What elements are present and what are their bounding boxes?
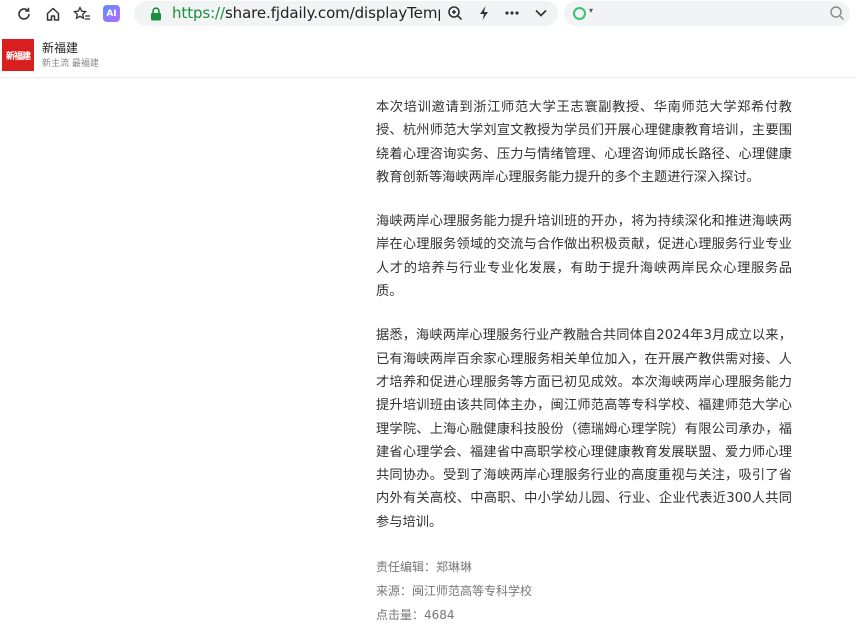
zoom-icon[interactable]: [445, 3, 465, 23]
chevron-down-icon[interactable]: [531, 3, 551, 23]
search-engine-icon[interactable]: [573, 7, 586, 20]
search-engine-caret-icon[interactable]: ▾: [589, 6, 593, 15]
address-bar[interactable]: https://share.fjdaily.com/displayTemplat…: [134, 1, 558, 26]
search-box[interactable]: ▾: [564, 1, 850, 26]
site-slogan: 新主流 最福建: [42, 59, 99, 69]
favorites-star-icon[interactable]: [72, 4, 92, 24]
browser-toolbar: AI https://share.fjdaily.com/displayTemp…: [0, 0, 856, 28]
article-paragraph: 海峡两岸心理服务能力提升培训班的开办，将为持续深化和推进海峡两岸在心理服务领域的…: [376, 214, 792, 300]
url-text[interactable]: https://share.fjdaily.com/displayTemplat…: [172, 4, 440, 22]
url-path: share.fjdaily.com/displayTemplate/ne: [224, 4, 440, 22]
article-paragraph: 本次培训邀请到浙江师范大学王志寰副教授、华南师范大学郑希付教授、杭州师范大学刘宣…: [376, 100, 792, 185]
reload-icon[interactable]: [14, 4, 34, 24]
article-views: 点击量：4684: [376, 608, 455, 623]
site-name[interactable]: 新福建: [42, 39, 78, 56]
article-editor: 责任编辑：郑琳琳: [376, 560, 473, 575]
article-paragraph: 据悉，海峡两岸心理服务行业产教融合共同体自2024年3月成立以来，已有海峡两岸百…: [376, 328, 792, 530]
site-header: 新福建 新福建 新主流 最福建: [0, 28, 856, 78]
lock-icon: [150, 6, 162, 25]
article-body: 本次培训邀请到浙江师范大学王志寰副教授、华南师范大学郑希付教授、杭州师范大学刘宣…: [376, 96, 792, 627]
more-options-icon[interactable]: [502, 3, 522, 23]
search-icon[interactable]: [829, 5, 845, 25]
lightning-icon[interactable]: [474, 3, 494, 23]
article-source: 来源：闽江师范高等专科学校: [376, 584, 533, 599]
site-logo[interactable]: 新福建: [2, 39, 34, 71]
url-protocol: https://: [172, 4, 225, 22]
ai-assistant-icon[interactable]: AI: [103, 5, 120, 22]
home-icon[interactable]: [43, 4, 63, 24]
